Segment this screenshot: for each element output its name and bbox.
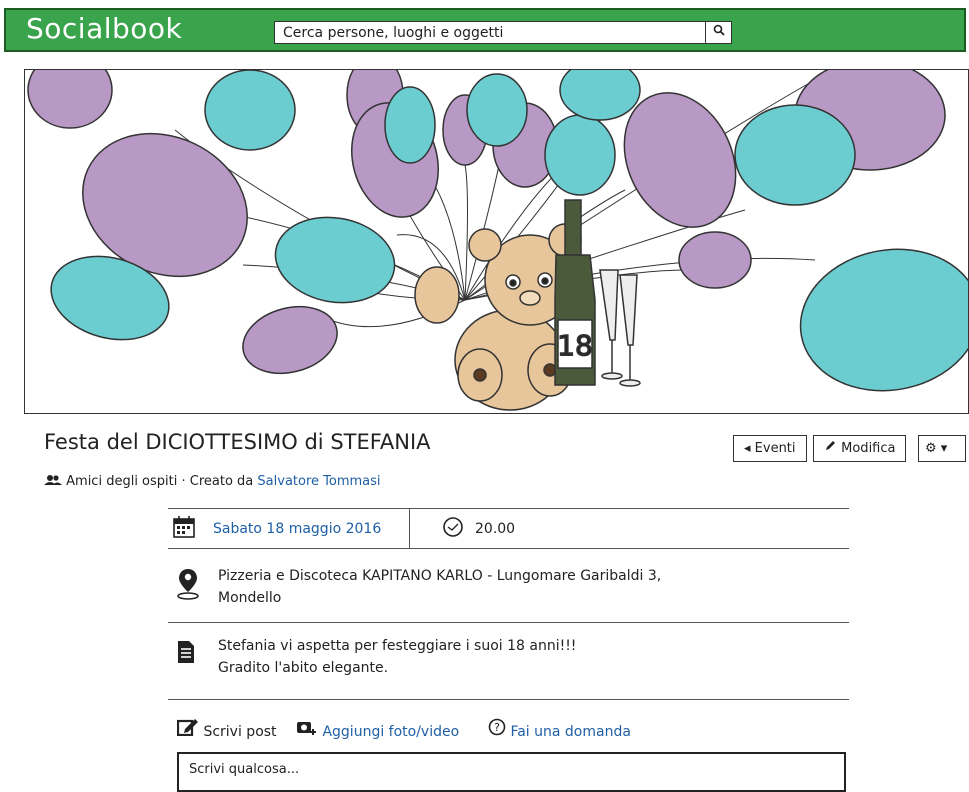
events-button[interactable]: ◂ Eventi xyxy=(733,435,807,462)
event-date[interactable]: Sabato 18 maggio 2016 xyxy=(213,521,381,537)
event-title: Festa del DICIOTTESIMO di STEFANIA xyxy=(44,430,431,454)
document-icon xyxy=(177,640,195,668)
edit-button-label: Modifica xyxy=(841,441,896,456)
add-media-label: Aggiungi foto/video xyxy=(322,724,460,740)
divider xyxy=(168,699,849,700)
edit-square-icon xyxy=(176,719,203,740)
event-location-line1: Pizzeria e Discoteca KAPITANO KARLO - Lu… xyxy=(218,568,662,584)
event-cover-image: 18 xyxy=(24,69,969,414)
clock-icon xyxy=(442,516,464,542)
divider xyxy=(168,548,849,549)
balloons-illustration: 18 xyxy=(27,70,968,411)
location-pin-icon xyxy=(176,567,200,605)
svg-text:?: ? xyxy=(494,721,500,734)
edit-button[interactable]: Modifica xyxy=(813,435,907,462)
privacy-label: Amici degli ospiti xyxy=(66,474,178,489)
divider xyxy=(168,622,849,623)
tab-add-media[interactable]: Aggiungi foto/video xyxy=(296,718,459,740)
search-input[interactable]: Cerca persone, luoghi e oggetti xyxy=(274,21,706,44)
tab-write-post[interactable]: Scrivi post xyxy=(176,718,277,740)
write-post-label: Scrivi post xyxy=(203,724,277,740)
event-description-line1: Stefania vi aspetta per festeggiare i su… xyxy=(218,638,577,654)
tab-ask-question[interactable]: ? Fai una domanda xyxy=(488,718,631,740)
group-icon xyxy=(44,474,66,489)
created-by-label: · Creato da xyxy=(181,474,254,489)
divider xyxy=(168,508,849,509)
divider-vertical xyxy=(409,508,410,548)
creator-link[interactable]: Salvatore Tommasi xyxy=(257,474,380,489)
ask-question-label: Fai una domanda xyxy=(510,724,631,740)
top-navbar: Socialbook Cerca persone, luoghi e ogget… xyxy=(4,8,966,52)
brand-logo[interactable]: Socialbook xyxy=(26,12,182,45)
calendar-icon xyxy=(172,514,198,544)
event-time: 20.00 xyxy=(475,521,516,537)
search-button[interactable] xyxy=(705,21,732,44)
event-description-line2: Gradito l'abito elegante. xyxy=(218,660,389,676)
question-circle-icon: ? xyxy=(488,718,510,740)
search-icon xyxy=(713,24,725,40)
pencil-icon xyxy=(824,441,841,456)
camera-plus-icon xyxy=(296,722,322,740)
post-composer-input[interactable]: Scrivi qualcosa... xyxy=(177,752,846,792)
settings-dropdown-button[interactable]: ⚙ ▾ xyxy=(918,435,966,462)
bottle-label-number: 18 xyxy=(557,329,593,362)
event-meta: Amici degli ospiti · Creato da Salvatore… xyxy=(44,474,381,489)
event-location-line2: Mondello xyxy=(218,590,282,606)
